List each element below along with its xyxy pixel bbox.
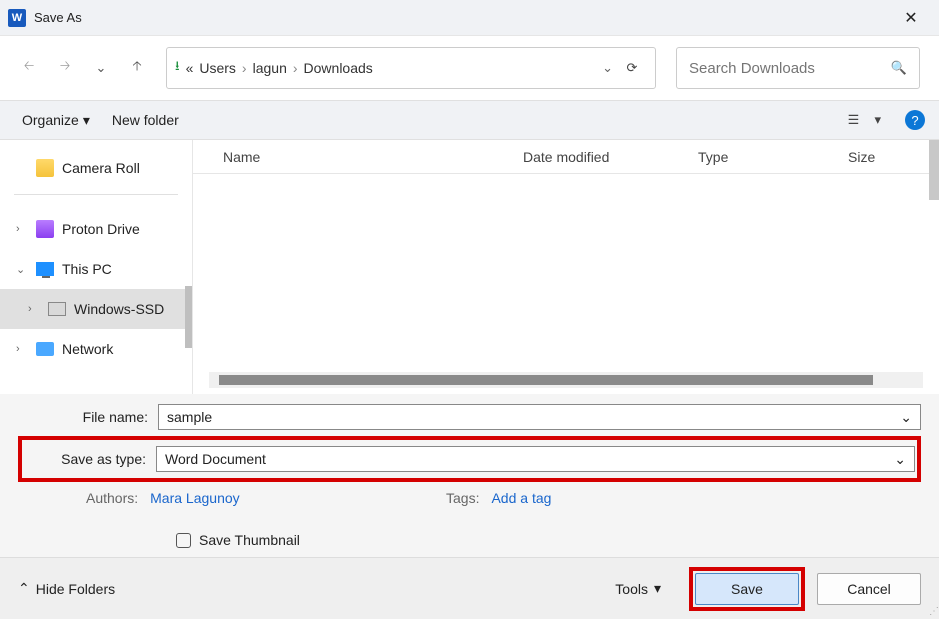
savetype-label: Save as type: bbox=[24, 451, 156, 467]
crumb-users[interactable]: Users bbox=[199, 60, 236, 76]
downloads-icon: ⭳ bbox=[175, 57, 180, 79]
horizontal-scrollbar-thumb[interactable] bbox=[219, 375, 873, 385]
close-button[interactable]: ✕ bbox=[891, 2, 931, 34]
save-as-type-highlight: Save as type: Word Document ⌄ bbox=[18, 436, 921, 482]
organize-menu[interactable]: Organize▾ bbox=[14, 108, 98, 133]
address-dropdown[interactable]: ⌄ bbox=[602, 60, 613, 76]
new-folder-button[interactable]: New folder bbox=[104, 108, 187, 132]
filename-label: File name: bbox=[18, 409, 158, 425]
sidebar-item-label: Windows-SSD bbox=[74, 301, 164, 317]
chevron-right-icon[interactable]: › bbox=[16, 343, 28, 355]
list-icon: ☰ bbox=[848, 112, 860, 128]
save-button[interactable]: Save bbox=[695, 573, 799, 605]
chevron-up-icon: ⌃ bbox=[18, 580, 30, 597]
chevron-down-icon: ▾ bbox=[654, 580, 661, 597]
crumb-overflow[interactable]: « bbox=[186, 60, 194, 76]
tags-value[interactable]: Add a tag bbox=[491, 490, 551, 506]
word-app-icon: W bbox=[8, 9, 26, 27]
hide-folders-button[interactable]: ⌃ Hide Folders bbox=[18, 580, 115, 597]
sidebar-item-windows-ssd[interactable]: › Windows-SSD bbox=[0, 289, 192, 329]
column-size[interactable]: Size bbox=[848, 149, 939, 165]
chevron-down-icon[interactable]: ⌄ bbox=[900, 409, 912, 426]
back-button[interactable]: 🡠 bbox=[14, 53, 44, 83]
view-options[interactable]: ☰ ▾ bbox=[848, 112, 881, 128]
tools-menu[interactable]: Tools▾ bbox=[615, 580, 661, 597]
horizontal-scrollbar-track[interactable] bbox=[209, 372, 923, 388]
pc-icon bbox=[36, 262, 54, 276]
address-bar[interactable]: ⭳ « Users › lagun › Downloads ⌄ ⟳ bbox=[166, 47, 656, 89]
authors-value[interactable]: Mara Lagunoy bbox=[150, 490, 240, 506]
chevron-down-icon[interactable]: ⌄ bbox=[16, 263, 28, 276]
folder-icon bbox=[36, 159, 54, 177]
search-icon[interactable]: 🔍 bbox=[891, 60, 907, 76]
sidebar-item-label: Proton Drive bbox=[62, 221, 140, 237]
sidebar-item-camera-roll[interactable]: Camera Roll bbox=[0, 148, 192, 188]
sidebar-item-label: Camera Roll bbox=[62, 160, 140, 176]
sidebar-item-label: Network bbox=[62, 341, 113, 357]
sidebar-item-label: This PC bbox=[62, 261, 112, 277]
cancel-button[interactable]: Cancel bbox=[817, 573, 921, 605]
up-button[interactable]: 🡡 bbox=[122, 53, 152, 83]
chevron-right-icon: › bbox=[293, 60, 298, 76]
save-thumbnail-label: Save Thumbnail bbox=[199, 532, 300, 548]
column-type[interactable]: Type bbox=[698, 149, 848, 165]
chevron-down-icon[interactable]: ⌄ bbox=[894, 451, 906, 468]
file-list-pane: Name Date modified Type Size bbox=[192, 140, 939, 394]
refresh-button[interactable]: ⟳ bbox=[617, 60, 647, 76]
filename-value: sample bbox=[167, 409, 212, 425]
savetype-value: Word Document bbox=[165, 451, 266, 467]
file-list-empty bbox=[193, 174, 939, 370]
breadcrumb[interactable]: « Users › lagun › Downloads bbox=[186, 60, 599, 76]
sidebar-item-network[interactable]: › Network bbox=[0, 329, 192, 369]
tags-label: Tags: bbox=[446, 490, 479, 506]
disk-icon bbox=[48, 302, 66, 316]
search-input[interactable] bbox=[689, 60, 891, 77]
filename-input[interactable]: sample ⌄ bbox=[158, 404, 921, 430]
vertical-scrollbar[interactable] bbox=[929, 140, 939, 200]
chevron-right-icon[interactable]: › bbox=[16, 223, 28, 235]
crumb-downloads[interactable]: Downloads bbox=[304, 60, 373, 76]
forward-button[interactable]: 🡢 bbox=[50, 53, 80, 83]
authors-label: Authors: bbox=[86, 490, 138, 506]
savetype-dropdown[interactable]: Word Document ⌄ bbox=[156, 446, 915, 472]
chevron-down-icon: ▾ bbox=[83, 112, 90, 129]
sidebar-item-this-pc[interactable]: ⌄ This PC bbox=[0, 249, 192, 289]
save-thumbnail-checkbox[interactable] bbox=[176, 533, 191, 548]
resize-grip[interactable]: ⋰ bbox=[929, 606, 937, 617]
search-box[interactable]: 🔍 bbox=[676, 47, 920, 89]
sidebar-item-proton-drive[interactable]: › Proton Drive bbox=[0, 209, 192, 249]
crumb-lagun[interactable]: lagun bbox=[253, 60, 287, 76]
chevron-right-icon[interactable]: › bbox=[28, 303, 40, 315]
column-date-modified[interactable]: Date modified bbox=[523, 149, 698, 165]
help-button[interactable]: ? bbox=[905, 110, 925, 130]
column-name[interactable]: Name bbox=[193, 149, 523, 165]
save-button-highlight: Save bbox=[689, 567, 805, 611]
recent-dropdown[interactable]: ⌄ bbox=[86, 53, 116, 83]
chevron-right-icon: › bbox=[242, 60, 247, 76]
chevron-down-icon: ▾ bbox=[874, 112, 881, 128]
sidebar-scrollbar[interactable] bbox=[185, 286, 192, 348]
navigation-pane: Camera Roll › Proton Drive ⌄ This PC › W… bbox=[0, 140, 192, 394]
network-icon bbox=[36, 342, 54, 356]
window-title: Save As bbox=[34, 10, 82, 25]
drive-icon bbox=[36, 220, 54, 238]
